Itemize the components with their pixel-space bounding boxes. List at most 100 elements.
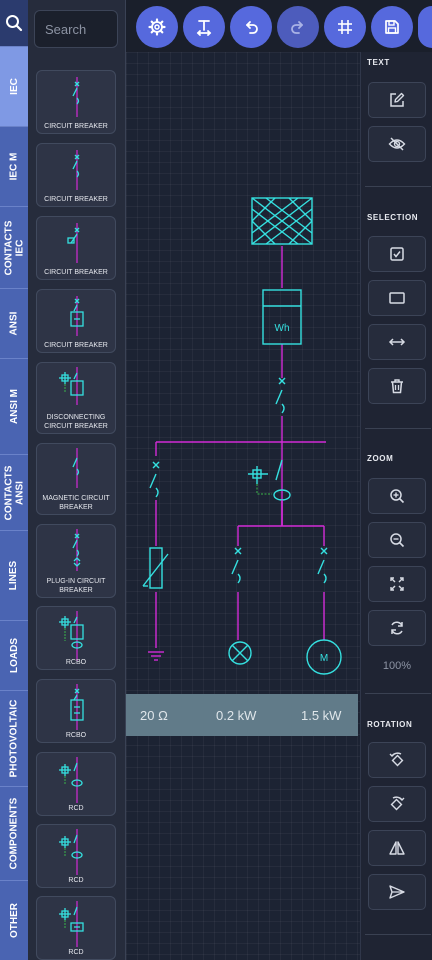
selection-section-title: SELECTION	[367, 213, 419, 222]
branch-breaker-left-symbol[interactable]	[149, 461, 160, 498]
palette-item-label: RCD	[68, 877, 84, 884]
category-tab-lines[interactable]: LINES	[0, 530, 28, 620]
flip-horizontal-button[interactable]	[368, 830, 426, 866]
send-icon	[389, 885, 405, 899]
palette-item-rcbo[interactable]: RCBO	[36, 679, 116, 743]
horizontal-arrows-icon	[388, 338, 406, 346]
save-button[interactable]	[371, 6, 413, 48]
palette-item-label: MAGNETIC CIRCUIT BREAKER	[42, 495, 110, 511]
toolbar	[126, 0, 432, 52]
palette-item-label: RCD	[68, 805, 84, 812]
palette-item-rcd[interactable]: RCD	[36, 896, 116, 960]
palette-item-label: RCD	[68, 949, 84, 956]
palette-item-label: CIRCUIT BREAKER	[44, 196, 108, 203]
circuit-breaker-icon	[67, 223, 80, 263]
palette-item-label: CIRCUIT BREAKER	[44, 269, 108, 276]
category-tab-other[interactable]: OTHER	[0, 880, 28, 960]
undo-button[interactable]	[230, 6, 272, 48]
branch-breaker-lamp-symbol[interactable]	[231, 547, 242, 584]
zoom-in-icon	[390, 489, 405, 504]
select-area-button[interactable]	[368, 280, 426, 316]
rotate-right-icon	[390, 796, 405, 811]
category-tab-label: ANSI M	[8, 389, 20, 424]
category-tab-label: IEC M	[8, 152, 20, 181]
palette-item-magnetic-circuit-breaker[interactable]: MAGNETIC CIRCUIT BREAKER	[36, 443, 116, 515]
rotate-right-button[interactable]	[368, 786, 426, 822]
category-tab-loads[interactable]: LOADS	[0, 620, 28, 690]
resistance-value: 20 Ω	[140, 708, 168, 723]
resistor-symbol[interactable]	[142, 547, 169, 589]
energy-meter-symbol[interactable]	[262, 289, 302, 345]
refresh-icon	[391, 621, 403, 635]
more-button[interactable]	[418, 6, 432, 48]
category-tab-ansi[interactable]: ANSI	[0, 288, 28, 358]
undo-icon	[246, 21, 258, 34]
section-divider	[365, 934, 431, 935]
palette-item-label: CIRCUIT BREAKER	[44, 342, 108, 349]
palette-item-label: RCBO	[65, 659, 87, 666]
eye-off-icon	[388, 137, 406, 151]
category-tabs: IEC IEC M CONTACTS IEC ANSI ANSI M CONTA…	[0, 0, 28, 960]
main-circuit-breaker-symbol[interactable]	[275, 377, 286, 414]
zoom-in-button[interactable]	[368, 478, 426, 514]
category-tab-label: CONTACTS IEC	[3, 220, 25, 275]
drawing-canvas[interactable]: Wh M 20 Ω 0.2 kW 1.5 kW	[126, 52, 360, 960]
palette-item-disconnecting-circuit-breaker[interactable]: DISCONNECTING CIRCUIT BREAKER	[36, 362, 116, 434]
palette-item-circuit-breaker[interactable]: CIRCUIT BREAKER	[36, 70, 116, 134]
fit-to-screen-button[interactable]	[368, 566, 426, 602]
grid-supply-symbol[interactable]	[251, 197, 313, 245]
schematic-diagram: Wh M	[142, 197, 342, 675]
category-tab-iec-m[interactable]: IEC M	[0, 126, 28, 206]
fit-screen-icon	[390, 577, 404, 591]
category-tab-components[interactable]: COMPONENTS	[0, 786, 28, 880]
search-toggle-button[interactable]	[0, 0, 28, 46]
rotation-section-title: ROTATION	[367, 720, 413, 729]
circuit-breaker-icon	[70, 296, 84, 336]
category-tab-label: COMPONENTS	[8, 797, 20, 870]
palette-item-rcd[interactable]: RCD	[36, 824, 116, 888]
rectangle-icon	[389, 292, 405, 304]
delete-selection-button[interactable]	[368, 368, 426, 404]
category-tab-label: PHOTOVOLTAIC	[8, 699, 20, 778]
section-divider	[365, 428, 431, 429]
category-tab-contacts-iec[interactable]: CONTACTS IEC	[0, 206, 28, 288]
checkbox-icon	[390, 247, 404, 261]
flip-vertical-button[interactable]	[368, 874, 426, 910]
category-tab-ansi-m[interactable]: ANSI M	[0, 358, 28, 454]
grid-icon	[338, 20, 352, 34]
hide-text-button[interactable]	[368, 126, 426, 162]
palette-item-circuit-breaker[interactable]: CIRCUIT BREAKER	[36, 289, 116, 353]
zoom-out-button[interactable]	[368, 522, 426, 558]
select-all-button[interactable]	[368, 236, 426, 272]
palette-item-rcd[interactable]: RCD	[36, 752, 116, 816]
reset-zoom-button[interactable]	[368, 610, 426, 646]
palette-item-rcbo[interactable]: RCBO	[36, 606, 116, 670]
palette-item-circuit-breaker[interactable]: CIRCUIT BREAKER	[36, 216, 116, 280]
lamp-symbol[interactable]	[228, 641, 252, 665]
settings-button[interactable]	[136, 6, 178, 48]
category-tab-iec[interactable]: IEC	[0, 46, 28, 126]
branch-breaker-motor-symbol[interactable]	[317, 547, 328, 584]
redo-button[interactable]	[277, 6, 319, 48]
motor-label: M	[320, 653, 328, 664]
category-tab-contacts-ansi[interactable]: CONTACTS ANSI	[0, 454, 28, 530]
grid-toggle-button[interactable]	[324, 6, 366, 48]
rotate-left-button[interactable]	[368, 742, 426, 778]
category-tab-label: OTHER	[8, 903, 20, 938]
search-input[interactable]	[34, 10, 118, 48]
palette-item-plug-in-circuit-breaker[interactable]: PLUG-IN CIRCUIT BREAKER	[36, 524, 116, 598]
ground-symbol[interactable]	[148, 651, 164, 661]
stretch-selection-button[interactable]	[368, 324, 426, 360]
category-tab-photovoltaic[interactable]: PHOTOVOLTAIC	[0, 690, 28, 786]
palette-item-circuit-breaker[interactable]: CIRCUIT BREAKER	[36, 143, 116, 207]
palette-item-label: RCBO	[65, 732, 87, 739]
save-icon	[385, 20, 399, 34]
app: IEC IEC M CONTACTS IEC ANSI ANSI M CONTA…	[0, 0, 432, 960]
category-tab-label: ANSI	[8, 311, 20, 336]
settings-icon	[148, 18, 166, 36]
text-section-title: TEXT	[367, 58, 390, 67]
edit-text-button[interactable]	[368, 82, 426, 118]
magnetic-circuit-breaker-icon	[72, 448, 80, 488]
category-tab-label: IEC	[8, 78, 20, 95]
text-format-button[interactable]	[183, 6, 225, 48]
